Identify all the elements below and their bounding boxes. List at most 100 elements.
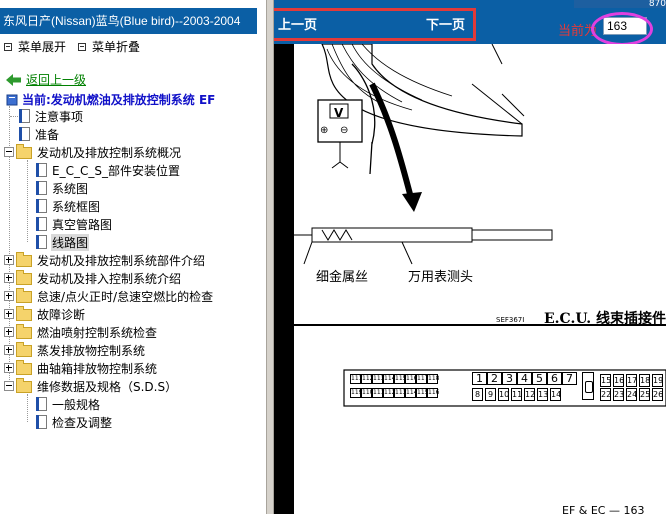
pane-splitter[interactable] [266, 0, 274, 514]
caption-fine-wire: 细金属丝 [316, 270, 369, 285]
expand-icon[interactable] [4, 327, 14, 337]
collapse-menu-label: 菜单折叠 [92, 40, 141, 54]
tree-item-injection-check[interactable]: 燃油喷射控制系统检查 [4, 324, 158, 340]
tree-label: E_C_C_S_部件安装位置 [52, 163, 180, 178]
manual-page: V ⊕ ⊖ 细金属丝 万用表测头 SEF367I E.C.U. 线束插接件 11… [292, 44, 666, 514]
top-strip: 870 [574, 0, 666, 8]
collapse-icon[interactable] [4, 147, 14, 157]
document-icon [36, 181, 47, 195]
document-icon [36, 199, 47, 213]
connector-pin: 112 [383, 388, 396, 398]
expand-icon[interactable] [4, 273, 14, 283]
tree-label: 燃油喷射控制系统检查 [37, 325, 158, 340]
tree-label: 蒸发排放物控制系统 [37, 343, 146, 358]
tree-item-components[interactable]: 发动机及排放控制系统部件介绍 [4, 252, 206, 268]
connector-pin: 19 [652, 374, 664, 387]
connector-pin: 24 [626, 388, 638, 401]
connector-pin: 16 [613, 374, 625, 387]
tree-item-evap-control[interactable]: 蒸发排放物控制系统 [4, 342, 146, 358]
document-icon [36, 415, 47, 429]
folder-icon [16, 270, 32, 285]
tree-label: 真空管路图 [52, 217, 113, 232]
collapse-icon[interactable] [4, 381, 14, 391]
document-icon [36, 397, 47, 411]
connector-pin: 2 [487, 372, 502, 385]
tree-label: 线路图 [51, 233, 90, 251]
next-page-button[interactable]: 下一页 [426, 14, 465, 33]
page-number-input[interactable] [603, 17, 647, 35]
connector-pin: 23 [613, 388, 625, 401]
connector-pin: 26 [652, 388, 664, 401]
connector-pin: 113 [372, 374, 385, 384]
document-icon [19, 109, 30, 123]
expand-icon[interactable] [4, 309, 14, 319]
tree-item-system-diagram[interactable]: 系统图 [28, 180, 89, 196]
connector-pin: 111 [350, 374, 363, 384]
folder-icon [16, 252, 32, 267]
meter-plus-terminal: ⊕ [320, 125, 329, 136]
tree-item-system-intro[interactable]: 发动机及排入控制系统介绍 [4, 270, 182, 286]
figure-code: SEF367I [496, 316, 525, 324]
tree-item-inspection-adjustment[interactable]: 检查及调整 [28, 414, 113, 430]
tree-label: 发动机及排放控制系统部件介绍 [37, 253, 206, 268]
tree-label: 准备 [35, 127, 60, 142]
back-arrow-icon [6, 73, 21, 86]
expand-icon[interactable] [4, 345, 14, 355]
folder-icon [16, 288, 32, 303]
connector-pin: 115 [394, 374, 407, 384]
menu-collapse-icon [78, 42, 86, 51]
connector-pin: 25 [639, 388, 651, 401]
connector-pin: 110 [361, 388, 374, 398]
document-viewer: 上一页 下一页 当前为 870 [274, 0, 666, 514]
folder-icon [16, 306, 32, 321]
connector-pin: 113 [394, 388, 407, 398]
folder-icon [16, 144, 32, 159]
expand-menu-button[interactable]: 菜单展开 [4, 38, 66, 55]
back-link[interactable]: 返回上一级 [6, 71, 86, 88]
current-page-label: 当前为 [558, 24, 598, 39]
tree-item-overview[interactable]: 发动机及排放控制系统概况 [4, 144, 182, 160]
expand-icon[interactable] [4, 255, 14, 265]
expand-menu-label: 菜单展开 [18, 40, 67, 54]
tree-label: 维修数据及规格（S.D.S） [37, 379, 178, 394]
tree-item-wiring-diagram[interactable]: 线路图 [28, 233, 90, 251]
connector-pin: 12 [524, 388, 536, 401]
tree-item-diagnosis[interactable]: 故障诊断 [4, 306, 86, 322]
tree-label: 系统图 [52, 181, 89, 196]
ecu-connector-title: E.C.U. 线束插接件 [544, 311, 666, 327]
connector-pin: 11 [511, 388, 523, 401]
connector-pin: 111 [372, 388, 385, 398]
tree-item-eccs-locations[interactable]: E_C_C_S_部件安装位置 [28, 162, 181, 178]
folder-icon [16, 324, 32, 339]
connector-pin: 116 [405, 374, 418, 384]
tree-item-general-specs[interactable]: 一般规格 [28, 396, 101, 412]
tree-item-vacuum-diagram[interactable]: 真空管路图 [28, 216, 113, 232]
navigation-pane: 东风日产(Nissan)蓝鸟(Blue bird)--2003-2004 菜单展… [0, 0, 266, 514]
connector-pin: 22 [600, 388, 612, 401]
collapse-menu-button[interactable]: 菜单折叠 [78, 38, 140, 55]
connector-pin: 114 [383, 374, 396, 384]
tree-label: 系统框图 [52, 199, 101, 214]
tree-item-block-diagram[interactable]: 系统框图 [28, 198, 101, 214]
tree-item-sds[interactable]: 维修数据及规格（S.D.S） [4, 378, 178, 394]
connector-pin: 13 [537, 388, 549, 401]
connector-pin: 1 [472, 372, 487, 385]
current-section: 当前:发动机燃油及排放控制系统 EF [6, 91, 215, 108]
tree-item-crankcase-control[interactable]: 曲轴箱排放物控制系统 [4, 360, 158, 376]
connector-pin: 5 [532, 372, 547, 385]
tree-item-precautions[interactable]: 注意事项 [10, 108, 84, 124]
current-section-label: 当前:发动机燃油及排放控制系统 EF [22, 93, 216, 107]
connector-pin: 118 [427, 374, 440, 384]
expand-icon[interactable] [4, 363, 14, 373]
connector-key [582, 372, 594, 400]
prev-page-button[interactable]: 上一页 [278, 14, 317, 33]
menu-expand-icon [4, 42, 12, 51]
tree-item-preparation[interactable]: 准备 [10, 126, 60, 142]
expand-icon[interactable] [4, 291, 14, 301]
book-title: 东风日产(Nissan)蓝鸟(Blue bird)--2003-2004 [0, 8, 257, 34]
tree-label: 注意事项 [35, 109, 84, 124]
folder-icon [16, 342, 32, 357]
connector-pin: 114 [405, 388, 418, 398]
tree-label: 曲轴箱排放物控制系统 [37, 361, 158, 376]
tree-item-idle-check[interactable]: 怠速/点火正时/怠速空燃比的检查 [4, 288, 214, 304]
